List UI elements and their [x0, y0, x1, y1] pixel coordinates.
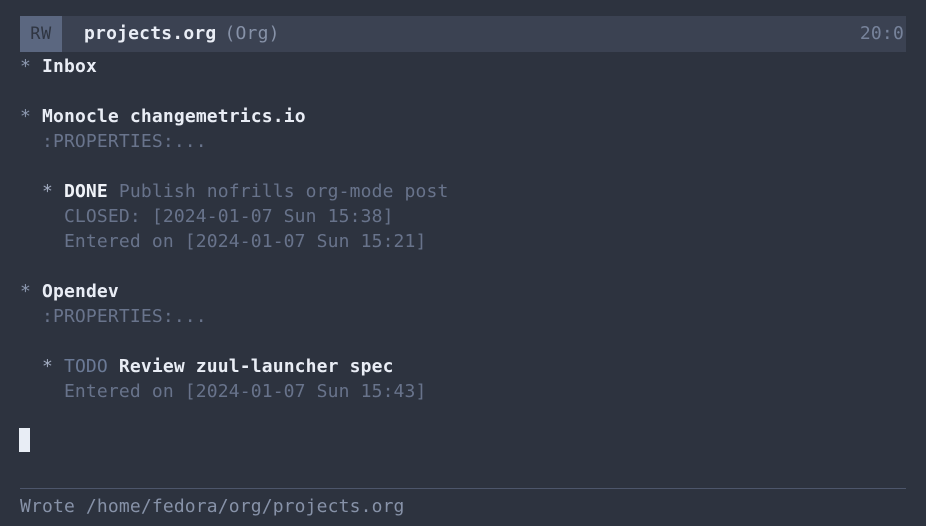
buffer-header-line[interactable]: RW projects.org (Org) 20:0 [20, 16, 906, 52]
org-headline-monocle[interactable]: * Monocle changemetrics.io [0, 104, 926, 129]
todo-keyword-done[interactable]: DONE [64, 181, 108, 202]
org-todo-item-done[interactable]: * DONE Publish nofrills org-mode post [0, 179, 926, 204]
minibuffer-message[interactable]: Wrote /home/fedora/org/projects.org [20, 493, 906, 521]
closed-timestamp-text: CLOSED: [2024-01-07 Sun 15:38] [20, 206, 394, 227]
text-cursor [19, 428, 30, 452]
drawer-label: :PROPERTIES:... [20, 131, 207, 152]
drawer-label: :PROPERTIES:... [20, 306, 207, 327]
org-entered-timestamp[interactable]: Entered on [2024-01-07 Sun 15:21] [0, 229, 926, 254]
minibuffer-divider [20, 488, 906, 489]
headline-bullet-icon: * [20, 106, 31, 127]
todo-item-title: Review zuul-launcher spec [107, 356, 394, 377]
org-properties-drawer-monocle[interactable]: :PROPERTIES:... [0, 129, 926, 154]
org-closed-timestamp[interactable]: CLOSED: [2024-01-07 Sun 15:38] [0, 204, 926, 229]
major-mode-label: (Org) [224, 23, 280, 44]
headline-text: Opendev [42, 281, 119, 302]
org-headline-opendev[interactable]: * Opendev [0, 279, 926, 304]
entered-timestamp-text: Entered on [2024-01-07 Sun 15:43] [20, 381, 427, 402]
todo-item-title: Publish nofrills org-mode post [107, 181, 449, 202]
org-entered-timestamp[interactable]: Entered on [2024-01-07 Sun 15:43] [0, 379, 926, 404]
org-headline-inbox[interactable]: * Inbox [0, 54, 926, 79]
headline-bullet-icon: * [20, 56, 31, 77]
org-buffer-text-area[interactable]: * Inbox * Monocle changemetrics.io :PROP… [0, 54, 926, 404]
headline-text: Monocle changemetrics.io [42, 106, 306, 127]
emacs-window: RW projects.org (Org) 20:0 * Inbox * Mono… [0, 0, 926, 526]
clock-indicator: 20:0 [859, 23, 904, 44]
org-properties-drawer-opendev[interactable]: :PROPERTIES:... [0, 304, 926, 329]
org-todo-item-todo[interactable]: * TODO Review zuul-launcher spec [0, 354, 926, 379]
todo-keyword-todo[interactable]: TODO [64, 356, 108, 377]
headline-bullet-icon: * [20, 281, 31, 302]
headline-text: Inbox [42, 56, 97, 77]
read-write-status-badge[interactable]: RW [20, 16, 62, 52]
subheadline-bullet-icon: * [20, 181, 64, 202]
header-title: projects.org (Org) [62, 16, 280, 52]
entered-timestamp-text: Entered on [2024-01-07 Sun 15:21] [20, 231, 427, 252]
subheadline-bullet-icon: * [20, 356, 64, 377]
buffer-file-name: projects.org [84, 23, 217, 44]
